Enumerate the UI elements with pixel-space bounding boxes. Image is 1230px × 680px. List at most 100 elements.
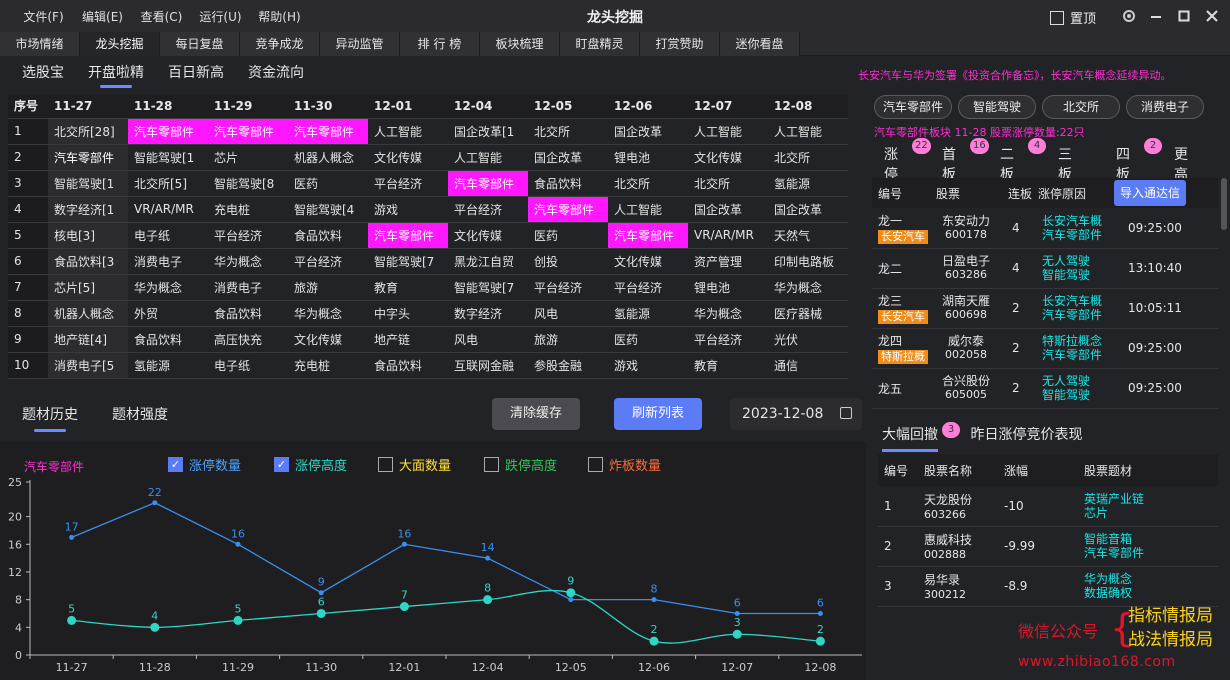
board-chip[interactable]: 消费电子 [1126,95,1204,119]
theme-cell[interactable]: 文化传媒 [448,222,528,249]
theme-cell[interactable]: 智能驾驶[7 [448,274,528,301]
theme-cell[interactable]: 数字经济[1 [48,196,128,223]
theme-cell[interactable]: 人工智能 [448,144,528,171]
theme-cell[interactable]: 风电 [528,300,608,327]
theme-cell[interactable]: 数字经济 [448,300,528,327]
table-row[interactable]: 龙三 长安汽车 湖南天雁 600698 2 长安汽车概 汽车零部件 10:05:11 [872,288,1218,329]
theme-cell[interactable]: 氢能源 [768,170,848,197]
theme-cell[interactable]: 汽车零部件 [288,118,368,145]
theme-cell[interactable]: 旅游 [288,274,368,301]
minimize-icon[interactable] [1145,6,1167,26]
theme-cell[interactable]: 中字头 [368,300,448,327]
table-row[interactable]: 2 惠威科技 002888 -9.99 智能音箱 汽车零部件 [878,526,1218,567]
theme-cell[interactable]: 人工智能 [768,118,848,145]
theme-cell[interactable]: 游戏 [368,196,448,223]
theme-cell[interactable]: 光伏 [768,326,848,353]
board-chip[interactable]: 汽车零部件 [874,95,952,119]
theme-cell[interactable]: 消费电子 [208,274,288,301]
theme-cell[interactable]: 机器人概念 [288,144,368,171]
theme-cell[interactable]: VR/AR/MR [688,222,768,249]
theme-cell[interactable]: 文化传媒 [688,144,768,171]
menu-item[interactable]: 查看(C) [132,8,191,25]
table-row[interactable]: 龙五 合兴股份 605005 2 无人驾驶 智能驾驶 09:25:00 [872,368,1218,409]
menu-item[interactable]: 运行(U) [191,8,250,25]
sub-tab[interactable]: 选股宝 [22,62,64,88]
theme-cell[interactable]: 锂电池 [688,274,768,301]
theme-cell[interactable]: 国企改革 [528,144,608,171]
theme-cell[interactable]: 芯片[5] [48,274,128,301]
theme-cell[interactable]: 游戏 [608,352,688,379]
theme-cell[interactable]: 食品饮料 [368,352,448,379]
theme-cell[interactable]: 医药 [528,222,608,249]
tab-theme-strength[interactable]: 题材强度 [112,404,168,432]
theme-cell[interactable]: 文化传媒 [288,326,368,353]
theme-cell[interactable]: 氢能源 [608,300,688,327]
theme-cell[interactable]: 食品饮料 [528,170,608,197]
theme-cell[interactable]: 北交所 [528,118,608,145]
theme-cell[interactable]: 氢能源 [128,352,208,379]
theme-cell[interactable]: 平台经济 [448,196,528,223]
theme-cell[interactable]: 国企改革 [768,196,848,223]
theme-cell[interactable]: 人工智能 [608,196,688,223]
theme-cell[interactable]: 汽车零部件 [448,170,528,197]
settings-icon[interactable] [1118,6,1140,26]
nav-tab[interactable]: 迷你看盘 [720,32,800,56]
menu-item[interactable]: 文件(F) [14,8,73,25]
theme-cell[interactable]: 机器人概念 [48,300,128,327]
theme-cell[interactable]: 汽车零部件 [128,118,208,145]
theme-cell[interactable]: 充电桩 [288,352,368,379]
theme-cell[interactable]: 教育 [368,274,448,301]
theme-cell[interactable]: 核电[3] [48,222,128,249]
board-chip[interactable]: 北交所 [1042,95,1120,119]
nav-tab[interactable]: 每日复盘 [160,32,240,56]
theme-cell[interactable]: 智能驾驶[1 [128,144,208,171]
tab-big-drop[interactable]: 大幅回撤 [882,427,938,452]
pin-toggle[interactable]: 置顶 [1050,8,1096,27]
theme-cell[interactable]: 智能驾驶[4 [288,196,368,223]
table-row[interactable]: 龙二 日盈电子 603286 4 无人驾驶 智能驾驶 13:10:40 [872,248,1218,289]
theme-cell[interactable]: 医药 [608,326,688,353]
theme-cell[interactable]: 汽车零部件 [368,222,448,249]
nav-tab[interactable]: 打赏赞助 [640,32,720,56]
theme-cell[interactable]: 国企改革[1 [448,118,528,145]
theme-cell[interactable]: 电子纸 [208,352,288,379]
nav-tab[interactable]: 异动监管 [320,32,400,56]
theme-cell[interactable]: 智能驾驶[1 [48,170,128,197]
theme-cell[interactable]: 食品饮料 [208,300,288,327]
theme-cell[interactable]: 食品饮料 [288,222,368,249]
close-icon[interactable] [1201,6,1223,26]
theme-cell[interactable]: 华为概念 [768,274,848,301]
theme-cell[interactable]: 平台经济 [288,248,368,275]
menu-item[interactable]: 编辑(E) [73,8,132,25]
theme-cell[interactable]: 食品饮料[3 [48,248,128,275]
scrollbar[interactable] [1221,178,1227,230]
theme-cell[interactable]: 平台经济 [688,326,768,353]
theme-cell[interactable]: 医药 [288,170,368,197]
theme-cell[interactable]: 平台经济 [208,222,288,249]
nav-tab[interactable]: 排 行 榜 [400,32,480,56]
theme-cell[interactable]: 高压快充 [208,326,288,353]
theme-cell[interactable]: 华为概念 [128,274,208,301]
theme-cell[interactable]: 华为概念 [688,300,768,327]
theme-cell[interactable]: 国企改革 [688,196,768,223]
theme-cell[interactable]: 汽车零部件 [528,196,608,223]
sub-tab[interactable]: 资金流向 [248,62,304,88]
tab-yesterday-auction[interactable]: 昨日涨停竞价表现 [970,427,1082,443]
theme-cell[interactable]: 智能驾驶[8 [208,170,288,197]
theme-cell[interactable]: 平台经济 [608,274,688,301]
theme-cell[interactable]: 印制电路板 [768,248,848,275]
theme-cell[interactable]: 北交所 [768,144,848,171]
theme-cell[interactable]: 华为概念 [208,248,288,275]
theme-cell[interactable]: 旅游 [528,326,608,353]
theme-cell[interactable]: 黑龙江自贸 [448,248,528,275]
theme-cell[interactable]: 创投 [528,248,608,275]
theme-cell[interactable]: 消费电子 [128,248,208,275]
theme-cell[interactable]: 人工智能 [688,118,768,145]
calendar-icon[interactable] [840,407,852,419]
theme-cell[interactable]: 北交所 [688,170,768,197]
theme-cell[interactable]: 地产链 [368,326,448,353]
theme-cell[interactable]: 参股金融 [528,352,608,379]
sub-tab[interactable]: 开盘啦精 [88,62,144,88]
theme-cell[interactable]: 风电 [448,326,528,353]
theme-cell[interactable]: 智能驾驶[7 [368,248,448,275]
